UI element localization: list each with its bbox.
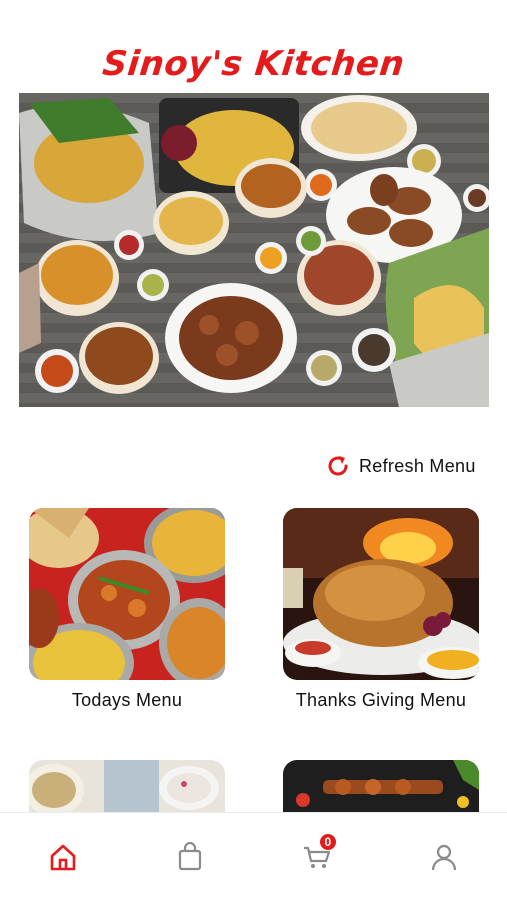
refresh-icon xyxy=(328,456,348,476)
thanksgiving-menu-image xyxy=(283,508,479,680)
home-icon xyxy=(51,844,76,871)
bottom-navigation: 0 xyxy=(0,812,507,900)
menu-card-4-image xyxy=(283,760,479,812)
nav-orders[interactable] xyxy=(160,839,220,875)
menu-card-3[interactable] xyxy=(29,760,225,812)
nav-home[interactable] xyxy=(33,839,93,875)
food-spread-image xyxy=(19,93,489,407)
nav-profile[interactable] xyxy=(414,839,474,875)
user-icon xyxy=(431,844,456,871)
menu-card-todays[interactable]: Todays Menu xyxy=(29,508,225,711)
menu-card-thanksgiving[interactable]: Thanks Giving Menu xyxy=(283,508,479,711)
nav-cart[interactable]: 0 xyxy=(287,833,347,875)
shopping-bag-icon xyxy=(179,842,202,871)
hero-carousel[interactable] xyxy=(19,93,489,407)
menu-card-label: Thanks Giving Menu xyxy=(295,690,467,710)
todays-menu-image xyxy=(29,508,225,680)
refresh-menu-button[interactable]: Refresh Menu xyxy=(325,452,476,480)
brand-title: Sinoy's Kitchen xyxy=(100,44,407,84)
menu-card-4[interactable] xyxy=(283,760,479,812)
cart-count-badge: 0 xyxy=(318,833,337,851)
refresh-menu-label: Refresh Menu xyxy=(359,455,476,476)
menu-card-label: Todays Menu xyxy=(71,690,183,710)
menu-card-3-image xyxy=(29,760,225,812)
